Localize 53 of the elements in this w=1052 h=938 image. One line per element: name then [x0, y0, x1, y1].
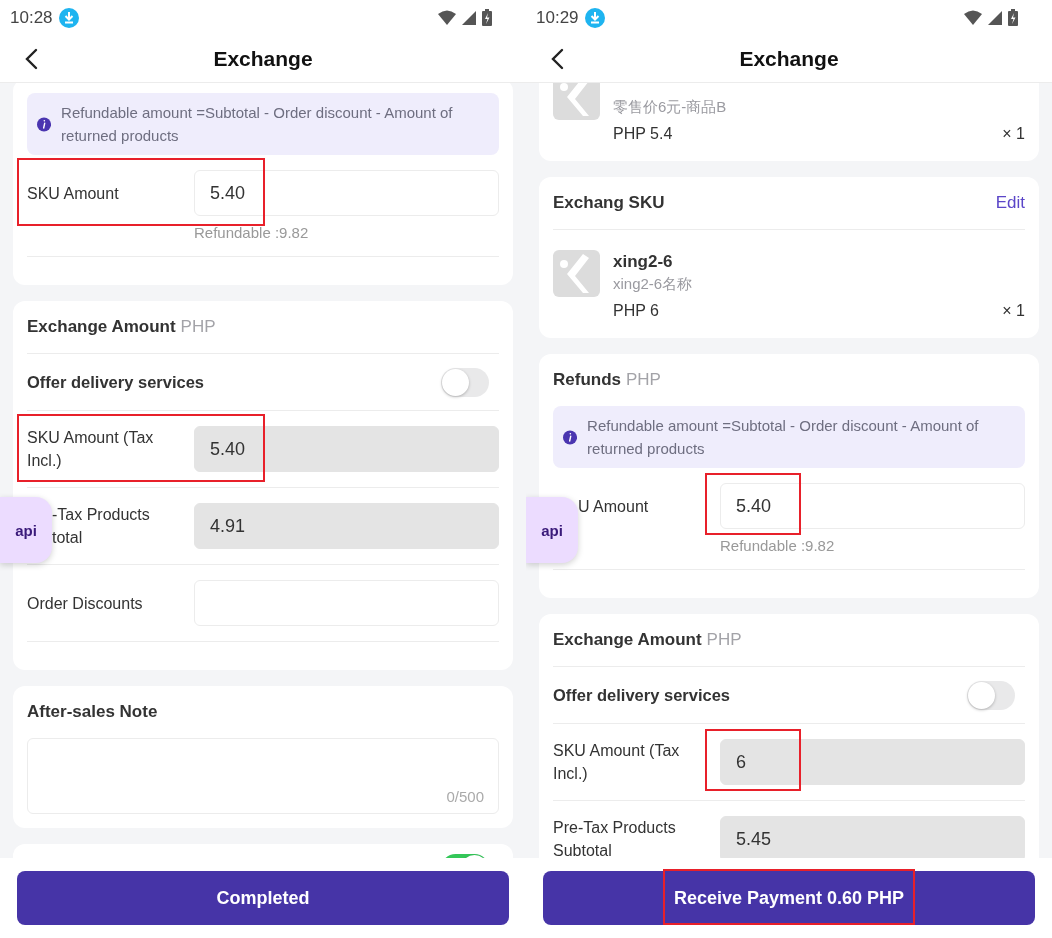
product-quantity: × 1 [1002, 125, 1025, 143]
section-title: After-sales Note [27, 702, 158, 722]
field-label: SKU Amount [27, 183, 120, 204]
section-title: Exchange Amount [553, 630, 702, 650]
toggle-label: Offer delivery services [553, 685, 731, 705]
signal-icon [462, 10, 476, 25]
download-icon [58, 7, 79, 28]
floating-tab[interactable]: api [0, 497, 52, 563]
field-label: SKU Amount (Tax Incl.) [27, 428, 155, 471]
currency-unit: PHP [706, 630, 742, 650]
battery-icon [1008, 9, 1018, 26]
character-counter: 0/500 [446, 788, 484, 805]
page-title: Exchange [213, 46, 313, 71]
currency-unit: PHP [626, 370, 661, 390]
field-label: Pre-Tax Products Subtotal [553, 818, 677, 858]
section-title: Refunds [553, 370, 621, 390]
field-label: Order Discounts [27, 593, 144, 614]
field-label: U Amount [578, 496, 650, 517]
toggle-label: Offer delivery services [27, 372, 205, 392]
product-subtitle: xing2-6名称 [613, 274, 694, 294]
field-label: SKU Amount (Tax Incl.) [553, 741, 681, 784]
page-title: Exchange [739, 46, 839, 71]
refundable-hint: Refundable :9.82 [194, 224, 310, 241]
status-time: 10:29 [536, 7, 579, 28]
primary-button[interactable]: Completed [17, 871, 509, 925]
info-icon [37, 115, 52, 133]
currency-unit: PHP [180, 317, 216, 337]
floating-tab[interactable]: api [526, 497, 578, 563]
battery-icon [482, 9, 492, 26]
product-subtitle: 零售价6元-商品B [613, 97, 728, 117]
toggle-switch[interactable] [441, 367, 489, 397]
wifi-icon [964, 10, 982, 25]
amount-field[interactable]: 5.40 [720, 483, 1025, 529]
product-price: PHP 6 [613, 302, 659, 320]
amount-field[interactable]: 5.40 [194, 170, 499, 216]
toggle-switch[interactable] [967, 680, 1015, 710]
field-label: -Tax Products total [52, 505, 151, 548]
product-quantity: × 1 [1002, 302, 1025, 320]
product-price: PHP 5.4 [613, 125, 673, 143]
section-title: Exchang SKU [553, 193, 665, 213]
notice-text: Refundable amount =Subtotal - Order discount - Amount of returned products [587, 416, 980, 459]
refundable-hint: Refundable :9.82 [720, 537, 836, 554]
image-placeholder-icon [553, 250, 600, 297]
download-icon [584, 7, 605, 28]
signal-icon [988, 10, 1002, 25]
info-icon [563, 428, 578, 446]
section-title: Exchange Amount [27, 317, 176, 337]
wifi-icon [438, 10, 456, 25]
primary-button[interactable]: Receive Payment 0.60 PHP [543, 871, 1035, 925]
notice-text: Refundable amount =Subtotal - Order discount - Amount of returned products [61, 103, 454, 146]
edit-link[interactable]: Edit [995, 193, 1025, 213]
product-name: xing2-6 [613, 252, 673, 272]
status-time: 10:28 [10, 7, 53, 28]
